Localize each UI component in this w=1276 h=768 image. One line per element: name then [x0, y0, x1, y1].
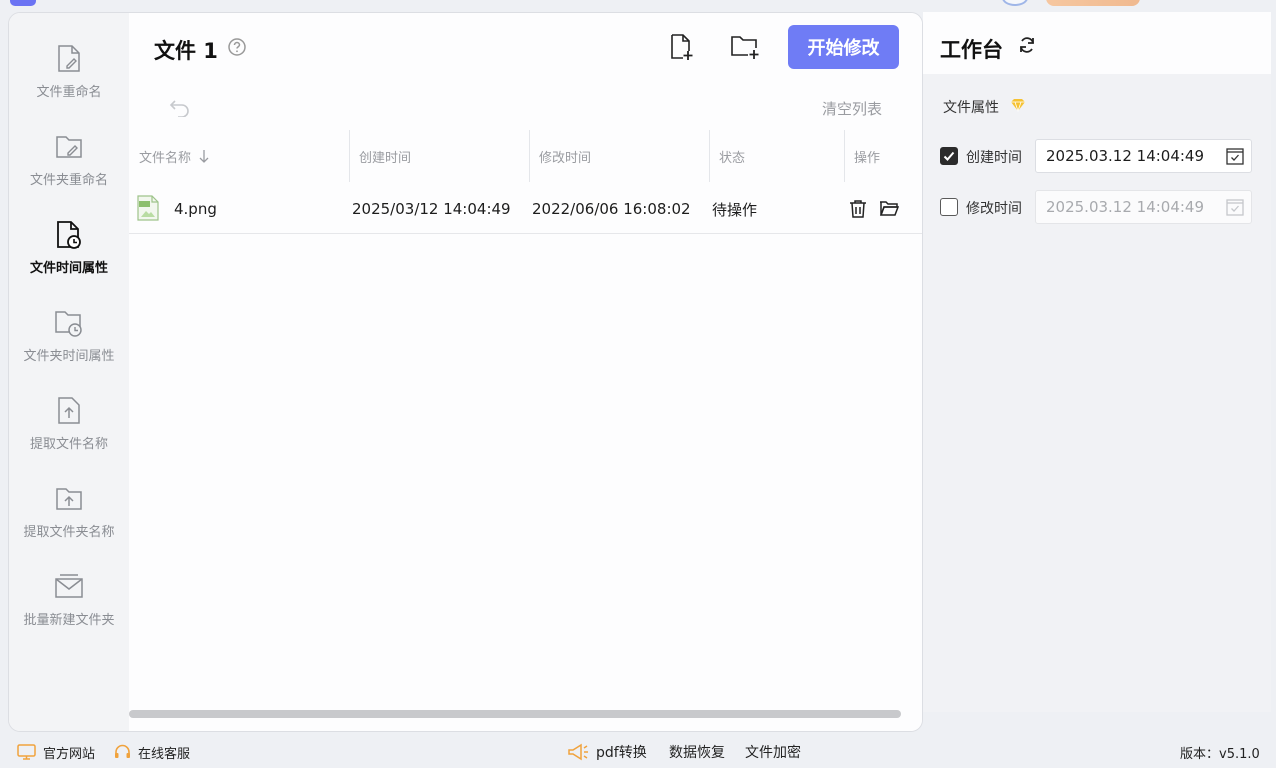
png-file-icon [136, 195, 160, 221]
column-header-actions: 操作 [854, 150, 881, 166]
start-modify-button[interactable]: 开始修改 [788, 25, 899, 69]
online-service-link[interactable]: 在线客服 [114, 736, 190, 768]
megaphone-icon [568, 743, 588, 761]
main-card: 文件重命名 文件夹重命名 文件时间属性 文件夹时间属性 提取文件名称 提取文件夹… [8, 12, 923, 732]
create-time-label: 创建时间 [966, 150, 1022, 166]
calendar-icon[interactable] [1226, 147, 1244, 165]
column-header-status: 状态 [719, 150, 746, 166]
open-folder-icon[interactable] [879, 184, 899, 234]
table-header: 文件名称 创建时间 修改时间 状态 操作 [129, 130, 922, 182]
file-edit-icon [54, 43, 84, 75]
file-list-panel: 文件 1 开始修改 清空列表 文件名称 创建时间 修改时间 状态 操作 4.pn… [129, 13, 922, 731]
sidebar-item-label: 提取文件名称 [29, 437, 108, 452]
data-recovery-link[interactable]: 数据恢复 [669, 736, 725, 768]
sidebar: 文件重命名 文件夹重命名 文件时间属性 文件夹时间属性 提取文件名称 提取文件夹… [9, 13, 129, 731]
refresh-icon[interactable] [1018, 36, 1036, 54]
footer-bar: 官方网站 在线客服 pdf转换 数据恢复 文件加密 版本：v5.1.0 [0, 736, 1276, 768]
cell-file-name: 4.png [174, 200, 217, 218]
modify-time-input[interactable] [1035, 190, 1252, 224]
section-label: 文件属性 [943, 100, 999, 116]
version-label: 版本：v5.1.0 [1180, 746, 1260, 762]
folder-edit-icon [54, 131, 84, 163]
undo-icon[interactable] [169, 97, 191, 118]
sidebar-item-extract-file-names[interactable]: 提取文件名称 [9, 395, 129, 475]
help-icon[interactable] [227, 37, 247, 57]
pdf-convert-link[interactable]: pdf转换 [567, 736, 647, 768]
checkmark-icon [943, 151, 955, 161]
modify-time-checkbox[interactable] [940, 198, 958, 216]
sidebar-item-label: 文件夹时间属性 [23, 349, 115, 364]
app-logo [10, 0, 36, 6]
create-time-checkbox[interactable] [940, 147, 958, 165]
folder-stack-icon [54, 571, 84, 603]
column-header-name[interactable]: 文件名称 [129, 130, 349, 182]
sort-arrow-icon[interactable] [199, 149, 209, 163]
clear-list-link[interactable]: 清空列表 [822, 98, 882, 119]
workbench-panel: 工作台 文件属性 创建时间 修改时间 [923, 12, 1271, 712]
cell-created-time: 2025/03/12 14:04:49 [352, 200, 511, 218]
official-site-link[interactable]: 官方网站 [17, 736, 95, 768]
page-title: 文件 1 [154, 39, 218, 63]
create-time-input[interactable] [1035, 139, 1252, 173]
column-header-created: 创建时间 [359, 150, 412, 166]
workbench-title: 工作台 [940, 38, 1003, 62]
file-encrypt-link[interactable]: 文件加密 [745, 736, 801, 768]
calendar-icon[interactable] [1226, 198, 1244, 216]
sidebar-item-file-time[interactable]: 文件时间属性 [9, 219, 129, 299]
folder-upload-icon [54, 483, 84, 515]
column-header-modified: 修改时间 [539, 150, 592, 166]
workbench-header: 工作台 [923, 12, 1271, 74]
sidebar-item-label: 文件重命名 [36, 85, 102, 100]
sidebar-item-extract-folder-names[interactable]: 提取文件夹名称 [9, 483, 129, 563]
cell-modified-time: 2022/06/06 16:08:02 [532, 200, 691, 218]
monitor-icon [17, 744, 36, 760]
sidebar-item-file-rename[interactable]: 文件重命名 [9, 43, 129, 123]
table-row[interactable]: 4.png 2025/03/12 14:04:49 2022/06/06 16:… [129, 184, 922, 234]
add-folder-icon[interactable] [730, 33, 759, 61]
vip-button[interactable] [1046, 0, 1140, 6]
horizontal-scrollbar[interactable] [129, 710, 901, 718]
user-avatar[interactable] [1002, 0, 1028, 6]
headset-icon [115, 744, 130, 758]
sidebar-item-label: 文件时间属性 [29, 261, 108, 276]
sidebar-item-folder-rename[interactable]: 文件夹重命名 [9, 131, 129, 211]
sidebar-item-label: 提取文件夹名称 [23, 525, 115, 540]
sidebar-item-label: 文件夹重命名 [29, 173, 108, 188]
add-file-icon[interactable] [667, 33, 695, 61]
modify-time-label: 修改时间 [966, 201, 1022, 217]
cell-status: 待操作 [712, 200, 758, 219]
diamond-icon [1010, 97, 1026, 113]
delete-icon[interactable] [849, 184, 867, 234]
file-clock-icon [54, 219, 84, 251]
sidebar-item-batch-new-folder[interactable]: 批量新建文件夹 [9, 571, 129, 651]
sidebar-item-folder-time[interactable]: 文件夹时间属性 [9, 307, 129, 387]
file-upload-icon [54, 395, 84, 427]
sidebar-item-label: 批量新建文件夹 [23, 613, 115, 628]
folder-clock-icon [54, 307, 84, 339]
